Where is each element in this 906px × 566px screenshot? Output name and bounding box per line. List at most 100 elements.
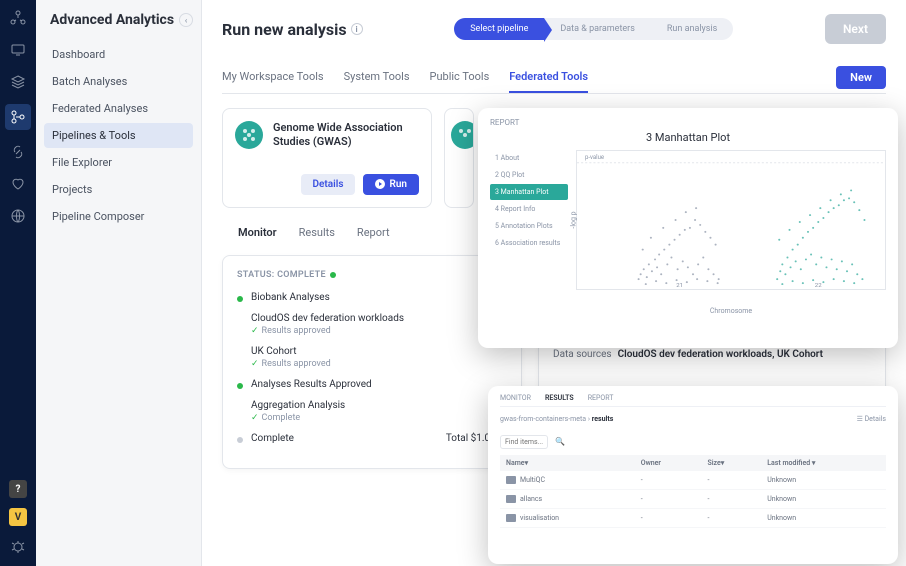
status-footer-left: Complete [251,433,294,444]
sidebar-item-files[interactable]: File Explorer [44,150,193,175]
tab-system[interactable]: System Tools [344,62,410,93]
folder-icon [506,476,516,484]
bullet-icon [237,383,243,389]
toc-item[interactable]: 6 Association results [490,235,568,251]
files-tab-report[interactable]: REPORT [588,394,614,402]
sidebar-item-pipelines[interactable]: Pipelines & Tools [44,123,193,148]
toc-item[interactable]: 1 About [490,150,568,166]
pipeline-card-stub [444,108,474,208]
status-heading: Biobank Analyses [251,292,330,303]
sources-value: CloudOS dev federation workloads, UK Coh… [618,349,823,360]
layers-icon[interactable] [8,72,28,92]
monitor-icon[interactable] [8,40,28,60]
col-modified[interactable]: Last modified ▾ [761,455,886,471]
toc-item[interactable]: 2 QQ Plot [490,167,568,183]
details-link[interactable]: ☰ Details [857,415,886,423]
y-axis-label: -log p [570,211,578,228]
sidebar-title: Advanced Analytics ‹ [44,12,193,28]
step-select[interactable]: Select pipeline [454,18,544,40]
play-icon [375,179,385,189]
tab-federated[interactable]: Federated Tools [509,62,588,93]
help-icon[interactable]: ? [9,480,27,498]
folder-icon [506,495,516,503]
status-item-sub: Results approved [262,326,331,336]
step-data[interactable]: Data & parameters [544,18,651,40]
monitor-tab-monitor[interactable]: Monitor [238,226,277,243]
folder-icon [506,514,516,522]
status-heading: Analyses Results Approved [251,379,372,390]
step-run[interactable]: Run analysis [651,18,733,40]
status-item-sub: Complete [262,413,301,423]
pipeline-icon [235,121,263,149]
check-icon: ✓ [251,413,259,423]
git-icon[interactable] [5,104,31,130]
sidebar-item-projects[interactable]: Projects [44,177,193,202]
svg-text:22: 22 [815,282,823,289]
manhattan-plot: p-value -log p 21 22 Chromosome [576,150,886,290]
status-item-title: UK Cohort [251,346,331,357]
network-icon[interactable] [8,8,28,28]
page-title: Run new analysis i [222,20,363,39]
chart-title: 3 Manhattan Plot [490,131,886,144]
svg-text:21: 21 [676,282,683,289]
pipeline-card: Genome Wide Association Studies (GWAS) D… [222,108,432,208]
v-badge[interactable]: V [9,508,27,526]
toc-item[interactable]: 3 Manhattan Plot [490,184,568,200]
link-icon[interactable] [8,142,28,162]
stepper: Select pipeline Data & parameters Run an… [454,18,733,40]
files-tab-monitor[interactable]: MONITOR [500,394,531,402]
sidebar-item-federated[interactable]: Federated Analyses [44,96,193,121]
status-item-title: CloudOS dev federation workloads [251,313,404,324]
sidebar-item-dashboard[interactable]: Dashboard [44,42,193,67]
sidebar-item-batch[interactable]: Batch Analyses [44,69,193,94]
tab-workspace[interactable]: My Workspace Tools [222,62,324,93]
table-row[interactable]: allancs--Unknown [500,490,886,509]
bullet-icon [237,437,243,443]
pipeline-title: Genome Wide Association Studies (GWAS) [273,121,419,150]
chart-toc: 1 About 2 QQ Plot 3 Manhattan Plot 4 Rep… [490,150,568,290]
files-tabs: MONITOR RESULTS REPORT [500,394,886,407]
status-item-title: Aggregation Analysis [251,400,345,411]
breadcrumb: gwas-from-containers-meta › results ☰ De… [500,415,886,423]
new-button[interactable]: New [836,66,886,89]
col-size[interactable]: Size▾ [701,455,761,471]
search-icon[interactable]: 🔍 [555,437,565,446]
status-label: STATUS: COMPLETE [237,270,507,280]
search-input[interactable] [500,435,548,449]
status-panel: STATUS: COMPLETE Biobank Analyses CloudO… [222,255,522,469]
tab-public[interactable]: Public Tools [430,62,490,93]
sidebar: Advanced Analytics ‹ Dashboard Batch Ana… [36,0,202,566]
next-button[interactable]: Next [825,14,886,44]
overlay-label: REPORT [490,118,886,127]
chart-legend: p-value [585,154,604,161]
files-table: Name▾ Owner Size▾ Last modified ▾ MultiQ… [500,455,886,528]
toc-item[interactable]: 4 Report Info [490,201,568,217]
heart-icon[interactable] [8,174,28,194]
sidebar-item-composer[interactable]: Pipeline Composer [44,204,193,229]
monitor-tab-results[interactable]: Results [299,226,335,243]
monitor-tab-report[interactable]: Report [357,226,390,243]
col-owner[interactable]: Owner [635,455,702,471]
toc-item[interactable]: 5 Annotation Plots [490,218,568,234]
nav-rail: ? V [0,0,36,566]
col-name[interactable]: Name▾ [500,455,635,471]
chart-overlay: REPORT 3 Manhattan Plot 1 About 2 QQ Plo… [478,108,898,348]
x-axis-label: Chromosome [710,307,752,315]
pipeline-icon [451,121,474,149]
run-button[interactable]: Run [363,174,419,195]
files-tab-results[interactable]: RESULTS [545,394,574,402]
bullet-icon [237,296,243,302]
sources-label: Data sources [553,349,612,360]
bug-icon[interactable] [8,536,28,556]
info-icon[interactable]: i [351,23,363,35]
status-dot-icon [330,272,336,278]
globe-icon[interactable] [8,206,28,226]
files-overlay: MONITOR RESULTS REPORT gwas-from-contain… [488,386,898,564]
details-button[interactable]: Details [301,174,356,195]
check-icon: ✓ [251,326,259,336]
status-item-sub: Results approved [262,359,331,369]
table-row[interactable]: visualisation--Unknown [500,509,886,528]
tools-tabs: My Workspace Tools System Tools Public T… [222,62,588,93]
collapse-icon[interactable]: ‹ [179,13,193,27]
table-row[interactable]: MultiQC--Unknown [500,471,886,490]
